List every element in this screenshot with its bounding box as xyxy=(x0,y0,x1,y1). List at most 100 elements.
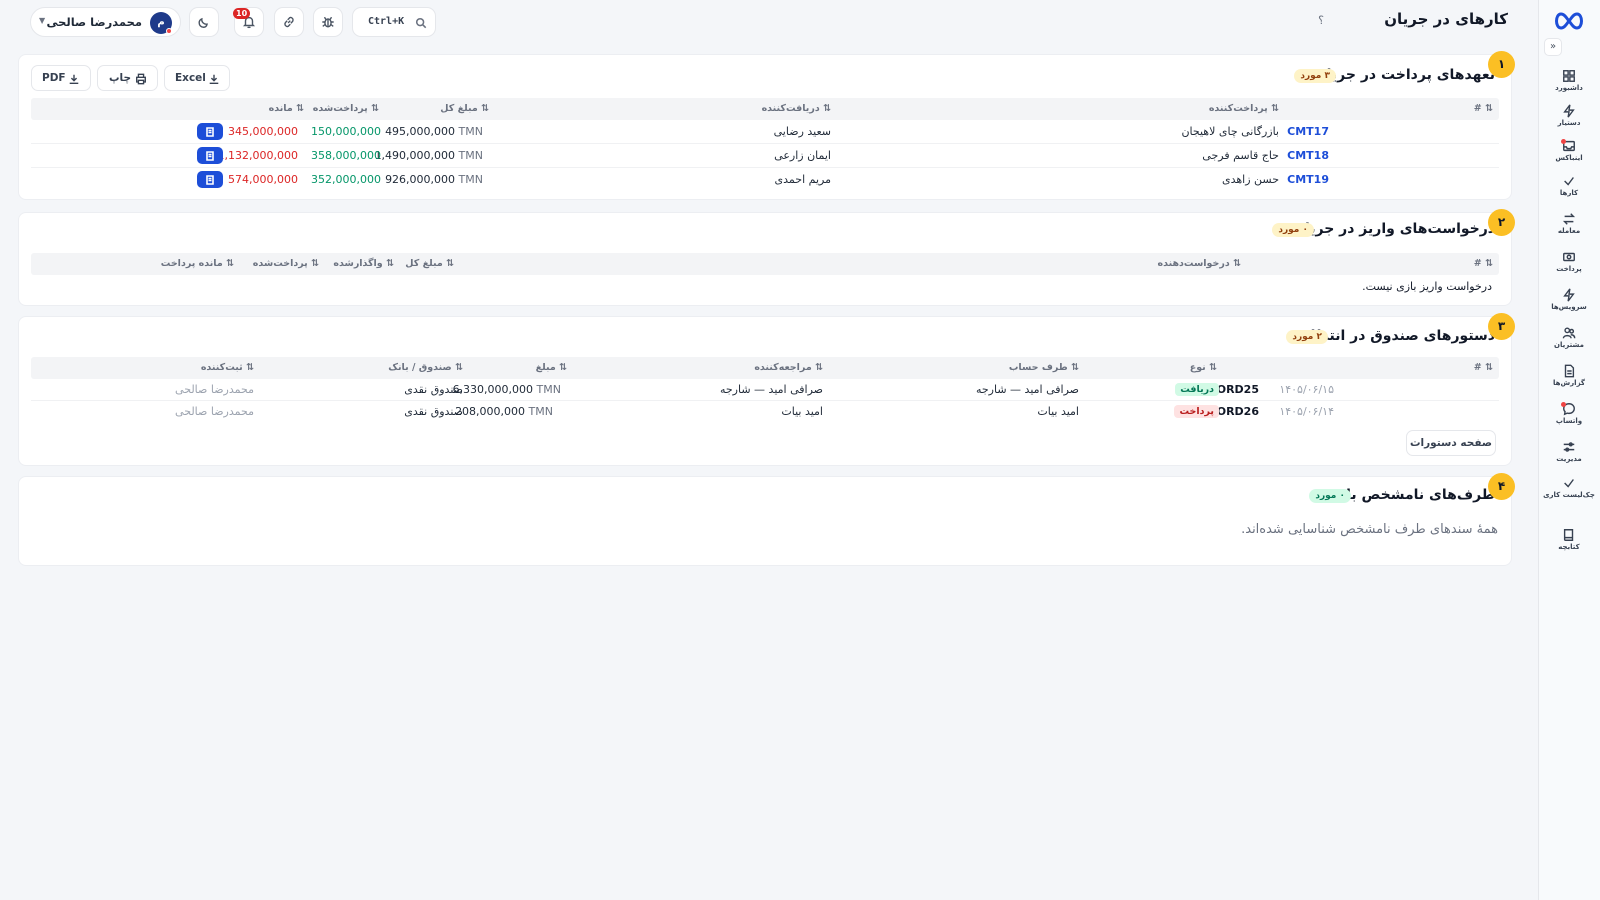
remaining-amount: 574,000,000 xyxy=(228,173,298,186)
view-document-button[interactable] xyxy=(197,147,223,164)
sidebar-item-label: اینباکس xyxy=(1555,154,1583,162)
payment-icon xyxy=(1563,252,1575,262)
column-header-receiver[interactable]: ⇅ دریافت‌کننده xyxy=(762,103,831,114)
section-title: تعهدهای پرداخت در جریان xyxy=(1314,67,1495,83)
table-row[interactable]: CMT18 حاج قاسم فرجی ایمان زارعی 1,490,00… xyxy=(31,144,1499,168)
debug-button[interactable] xyxy=(313,7,343,37)
collapse-sidebar-button[interactable]: » xyxy=(1544,38,1562,56)
export-pdf-button[interactable]: PDF xyxy=(31,65,91,91)
order-code[interactable]: ORD25 xyxy=(1217,383,1259,396)
column-header-client[interactable]: ⇅ مراجعه‌کننده xyxy=(754,362,823,373)
client-name: امید بیات xyxy=(781,405,823,418)
column-header-registrar[interactable]: ⇅ ثبت‌کننده xyxy=(201,362,254,373)
payer-name: بازرگانی چای لاهیجان xyxy=(1181,125,1279,138)
sidebar-item-trade[interactable]: معامله xyxy=(1538,209,1600,243)
column-header-total[interactable]: ⇅ مبلغ کل xyxy=(440,103,489,114)
column-header-payer[interactable]: ⇅ پرداخت‌کننده xyxy=(1209,103,1279,114)
column-header-remaining[interactable]: ⇅ مانده xyxy=(269,103,304,114)
sidebar-item-label: دستیار xyxy=(1557,119,1581,127)
sidebar-item-label: گزارش‌ها xyxy=(1553,379,1585,387)
column-header-num[interactable]: ⇅ # xyxy=(1474,103,1493,114)
commitment-code[interactable]: CMT18 xyxy=(1287,149,1329,162)
column-header-amount[interactable]: ⇅ مبلغ xyxy=(536,362,567,373)
avatar-status-dot xyxy=(166,28,172,34)
counterparty-name: صرافی امید — شارجه xyxy=(975,383,1079,396)
table-row[interactable]: ۱۴۰۵/۰۶/۱۴ ORD26 پرداخت امید بیات امید ب… xyxy=(31,401,1499,423)
payer-name: حاج قاسم فرجی xyxy=(1202,149,1279,162)
sidebar-item-assistant[interactable]: دستیار xyxy=(1538,101,1600,135)
check-icon xyxy=(1564,479,1574,488)
table-row[interactable]: CMT17 بازرگانی چای لاهیجان سعید رضایی 49… xyxy=(31,120,1499,144)
column-header-num[interactable]: ⇅ # xyxy=(1474,258,1493,269)
sidebar-item-dashboard[interactable]: داشبورد xyxy=(1538,66,1600,100)
search-button[interactable]: Ctrl+K xyxy=(352,7,436,37)
remaining-amount: 1,132,000,000 xyxy=(217,149,298,162)
logo-icon[interactable] xyxy=(1552,10,1586,32)
sidebar-item-label: مشتریان xyxy=(1554,341,1584,349)
sidebar-item-label: کارها xyxy=(1559,189,1579,197)
sidebar-item-handbook[interactable]: کتابچه xyxy=(1538,525,1600,559)
sidebar-item-label: داشبورد xyxy=(1555,84,1583,92)
commitment-code[interactable]: CMT19 xyxy=(1287,173,1329,186)
view-document-button[interactable] xyxy=(197,123,223,140)
sidebar-item-label: مدیریت xyxy=(1556,455,1582,463)
sidebar: » داشبورد دستیار اینباکس کارها معامله پر… xyxy=(1538,0,1600,900)
table-row[interactable]: ۱۴۰۵/۰۶/۱۵ ORD25 دریافت صرافی امید — شار… xyxy=(31,379,1499,401)
view-document-button[interactable] xyxy=(197,171,223,188)
order-date: ۱۴۰۵/۰۶/۱۵ xyxy=(1279,383,1334,396)
unknown-parties-card: ۴ طرف‌های نامشخص باز ۰ مورد همهٔ سندهای … xyxy=(18,473,1515,566)
help-icon[interactable]: ؟ xyxy=(1318,14,1324,27)
sidebar-item-reports[interactable]: گزارش‌ها xyxy=(1538,361,1600,395)
table-header: ⇅ # ⇅ نوع ⇅ طرف حساب ⇅ مراجعه‌کننده ⇅ مب… xyxy=(31,357,1499,379)
column-header-total[interactable]: ⇅ مبلغ کل xyxy=(405,258,454,269)
column-header-num[interactable]: ⇅ # xyxy=(1474,362,1493,373)
top-header: کارهای در جریان ؟ Ctrl+K 10 م محمدرضا صا… xyxy=(0,0,1538,44)
payer-name: حسن زاهدی xyxy=(1221,173,1279,186)
sidebar-item-tasks[interactable]: کارها xyxy=(1538,171,1600,205)
page-title: کارهای در جریان xyxy=(1384,10,1508,28)
column-header-assigned[interactable]: ⇅ واگذارشده xyxy=(333,258,394,269)
pdf-label: PDF xyxy=(42,72,66,84)
column-header-fund[interactable]: ⇅ صندوق / بانک xyxy=(388,362,463,373)
user-name: محمدرضا صالحی xyxy=(46,15,143,29)
section-number-badge: ۲ xyxy=(1488,209,1515,236)
report-icon xyxy=(1564,364,1575,378)
sidebar-item-payment[interactable]: پرداخت xyxy=(1538,247,1600,281)
column-header-paid[interactable]: ⇅ پرداخت‌شده xyxy=(313,103,379,114)
export-excel-button[interactable]: Excel xyxy=(164,65,230,91)
column-header-counterparty[interactable]: ⇅ طرف حساب xyxy=(1009,362,1079,373)
sidebar-item-customers[interactable]: مشتریان xyxy=(1538,323,1600,357)
commitment-code[interactable]: CMT17 xyxy=(1287,125,1329,138)
registrar-name: محمدرضا صالحی xyxy=(175,383,254,396)
section-title: درخواست‌های واریز در جریان xyxy=(1293,221,1495,237)
link-button[interactable] xyxy=(274,7,304,37)
dark-mode-toggle[interactable] xyxy=(189,7,219,37)
check-icon xyxy=(1564,177,1574,186)
user-menu[interactable]: م محمدرضا صالحی ▼ xyxy=(30,7,181,37)
section-title: دستورهای صندوق در انتظار xyxy=(1302,328,1495,344)
fund-orders-card: ۳ دستورهای صندوق در انتظار ۲ مورد ⇅ # ⇅ … xyxy=(18,313,1515,466)
orders-page-button[interactable]: صفحه دستورات xyxy=(1406,430,1496,456)
deposit-requests-card: ۲ درخواست‌های واریز در جریان ۰ مورد ⇅ # … xyxy=(18,209,1515,306)
bug-icon xyxy=(322,16,334,28)
inbox-unread-dot xyxy=(1561,139,1566,144)
column-header-paid[interactable]: ⇅ پرداخت‌شده xyxy=(253,258,319,269)
search-shortcut: Ctrl+K xyxy=(368,16,405,27)
sidebar-item-checklist[interactable]: چک‌لیست کاری xyxy=(1538,473,1600,507)
sliders-icon xyxy=(1563,442,1575,452)
sidebar-item-whatsapp[interactable]: واتساپ xyxy=(1538,399,1600,433)
column-header-requester[interactable]: ⇅ درخواست‌دهنده xyxy=(1157,258,1241,269)
bolt-icon xyxy=(1563,104,1575,118)
fund-name: صندوق نقدی xyxy=(404,405,463,418)
notifications-count-badge: 10 xyxy=(233,8,251,19)
sidebar-item-inbox[interactable]: اینباکس xyxy=(1538,136,1600,170)
sidebar-item-label: واتساپ xyxy=(1555,417,1583,425)
print-button[interactable]: چاپ xyxy=(97,65,158,91)
empty-state-message: همهٔ سندهای طرف نامشخص شناسایی شده‌اند. xyxy=(1241,522,1498,537)
order-code[interactable]: ORD26 xyxy=(1217,405,1259,418)
table-row[interactable]: CMT19 حسن زاهدی مریم احمدی 926,000,000 T… xyxy=(31,168,1499,192)
column-header-type[interactable]: ⇅ نوع xyxy=(1190,362,1217,373)
sidebar-item-services[interactable]: سرویس‌ها xyxy=(1538,285,1600,319)
column-header-remaining[interactable]: ⇅ مانده پرداخت xyxy=(161,258,234,269)
sidebar-item-management[interactable]: مدیریت xyxy=(1538,437,1600,471)
